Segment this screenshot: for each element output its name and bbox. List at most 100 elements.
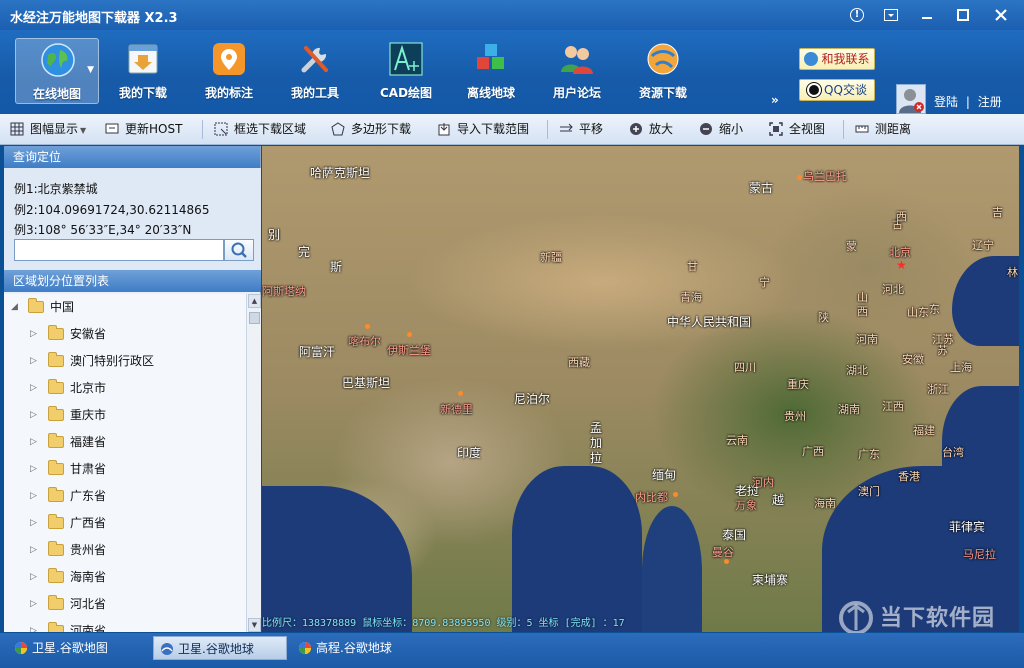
map-label-country: 别 [268, 228, 281, 242]
map-label-province: 河南 [856, 333, 878, 346]
expand-arrow-icon[interactable]: ▷ [30, 510, 37, 537]
collapse-arrow-icon[interactable]: ◢ [11, 294, 18, 321]
link-divider: | [965, 95, 970, 109]
zoom-in-button[interactable]: 放大 [629, 120, 673, 140]
andaman-sea [642, 506, 702, 632]
map-label-country: 尼泊尔 [514, 392, 551, 406]
tree-item[interactable]: ▷ 安徽省 [4, 321, 246, 348]
tree-item-label: 甘肃省 [70, 462, 107, 476]
offline-earth-button[interactable]: 离线地球 [449, 38, 533, 104]
expand-arrow-icon[interactable]: ▷ [30, 591, 37, 618]
menu-button[interactable] [874, 2, 908, 28]
folder-icon [28, 298, 44, 313]
tree-item[interactable]: ▷ 河北省 [4, 591, 246, 618]
map-label-province: 山西 [857, 291, 868, 318]
more-button[interactable]: » [771, 93, 779, 107]
zoom-out-label: 缩小 [719, 122, 744, 136]
my-downloads-button[interactable]: 我的下载 [101, 38, 185, 104]
user-forum-button[interactable]: 用户论坛 [535, 38, 619, 104]
tree-item[interactable]: ▷ 贵州省 [4, 537, 246, 564]
polygon-download-label: 多边形下载 [351, 122, 412, 136]
expand-arrow-icon[interactable]: ▷ [30, 429, 37, 456]
arabian-sea [262, 486, 412, 632]
close-button[interactable] [982, 2, 1020, 28]
map-label-country: 哈萨克斯坦 [310, 166, 371, 180]
my-tools-button[interactable]: 我的工具 [273, 38, 357, 104]
tree-item[interactable]: ▷ 海南省 [4, 564, 246, 591]
tree-item[interactable]: ▷ 河南省 [4, 618, 246, 632]
pan-button[interactable]: 平移 [559, 120, 603, 140]
map-label-country: 孟加拉 [590, 421, 603, 465]
tree-root[interactable]: ◢ 中国 [4, 294, 246, 321]
expand-arrow-icon[interactable]: ▷ [30, 321, 37, 348]
full-view-button[interactable]: 全视图 [769, 120, 825, 140]
capital-dot-icon [458, 391, 463, 396]
folder-icon [48, 352, 64, 367]
box-select-download-button[interactable]: 框选下载区域 [214, 120, 306, 140]
login-link[interactable]: 登陆 [934, 95, 958, 109]
update-host-button[interactable]: 更新HOST [105, 120, 182, 140]
cad-drawing-button[interactable]: CAD绘图 [364, 38, 448, 104]
tree-item-label: 河北省 [70, 597, 107, 611]
expand-arrow-icon[interactable]: ▷ [30, 375, 37, 402]
region-list-title: 区域划分位置列表 [4, 270, 261, 292]
map-label-province: 重庆 [787, 378, 809, 391]
map-label-city: 乌兰巴托 [803, 170, 847, 183]
map-label-province: 河北 [882, 283, 904, 296]
map-view[interactable]: 哈萨克斯坦 蒙古 中华人民共和国 阿富汗 巴基斯坦 尼泊尔 印度 孟加拉 缅甸 … [262, 146, 1019, 632]
map-label-province: 浙江 [927, 383, 949, 396]
expand-arrow-icon[interactable]: ▷ [30, 402, 37, 429]
scroll-thumb[interactable] [249, 312, 260, 324]
contact-icon [804, 52, 819, 66]
tree-item[interactable]: ▷ 广东省 [4, 483, 246, 510]
folder-icon [48, 595, 64, 610]
search-input[interactable] [14, 239, 224, 261]
expand-arrow-icon[interactable]: ▷ [30, 537, 37, 564]
scroll-up-button[interactable]: ▲ [248, 294, 261, 308]
tree-item[interactable]: ▷ 甘肃省 [4, 456, 246, 483]
map-label-province: 海南 [814, 497, 836, 510]
search-button[interactable] [224, 239, 254, 261]
tree-item[interactable]: ▷ 福建省 [4, 429, 246, 456]
register-link[interactable]: 注册 [978, 95, 1002, 109]
expand-arrow-icon[interactable]: ▷ [30, 483, 37, 510]
polygon-download-button[interactable]: 多边形下载 [331, 120, 411, 140]
folder-icon [48, 325, 64, 340]
cad-icon [389, 42, 423, 76]
qq-chat-button[interactable]: QQ交谈 [799, 79, 875, 101]
tree-item[interactable]: ▷ 澳门特别行政区 [4, 348, 246, 375]
zoom-out-button[interactable]: 缩小 [699, 120, 743, 140]
tab-satellite-google-map[interactable]: 卫星.谷歌地图 [8, 636, 148, 660]
pan-label: 平移 [579, 122, 604, 136]
tree-item[interactable]: ▷ 广西省 [4, 510, 246, 537]
measure-distance-button[interactable]: 测距离 [855, 120, 911, 140]
contact-button[interactable]: 和我联系 [799, 48, 875, 70]
info-button[interactable]: ! [842, 2, 872, 28]
my-markers-button[interactable]: 我的标注 [187, 38, 271, 104]
sheet-display-button[interactable]: 图幅显示 ▼ [10, 120, 86, 140]
my-markers-label: 我的标注 [204, 86, 253, 100]
map-label-province: 辽宁 [972, 239, 994, 252]
tree-item[interactable]: ▷ 重庆市 [4, 402, 246, 429]
tree-item-label: 广东省 [70, 489, 107, 503]
tree-scrollbar[interactable]: ▲ ▼ [246, 294, 261, 632]
tree-item[interactable]: ▷ 北京市 [4, 375, 246, 402]
tree-root-label: 中国 [50, 300, 75, 314]
expand-arrow-icon[interactable]: ▷ [30, 618, 37, 632]
map-label-province: 山东 [907, 306, 929, 319]
resource-download-button[interactable]: 资源下载 [621, 38, 705, 104]
online-map-button[interactable]: ▼ 在线地图 [15, 38, 99, 104]
scroll-down-button[interactable]: ▼ [248, 618, 261, 632]
tab-elevation-google-earth[interactable]: 高程.谷歌地球 [292, 636, 432, 660]
tab-satellite-google-earth[interactable]: 卫星.谷歌地球 [153, 636, 287, 660]
expand-arrow-icon[interactable]: ▷ [30, 456, 37, 483]
minimize-button[interactable] [910, 2, 944, 28]
chevron-down-icon[interactable]: ▼ [87, 65, 94, 75]
expand-arrow-icon[interactable]: ▷ [30, 564, 37, 591]
maximize-button[interactable] [946, 2, 980, 28]
expand-arrow-icon[interactable]: ▷ [30, 348, 37, 375]
import-icon [438, 123, 450, 136]
capital-dot-icon [365, 324, 370, 329]
avatar[interactable] [896, 84, 926, 114]
import-range-button[interactable]: 导入下载范围 [437, 120, 529, 140]
